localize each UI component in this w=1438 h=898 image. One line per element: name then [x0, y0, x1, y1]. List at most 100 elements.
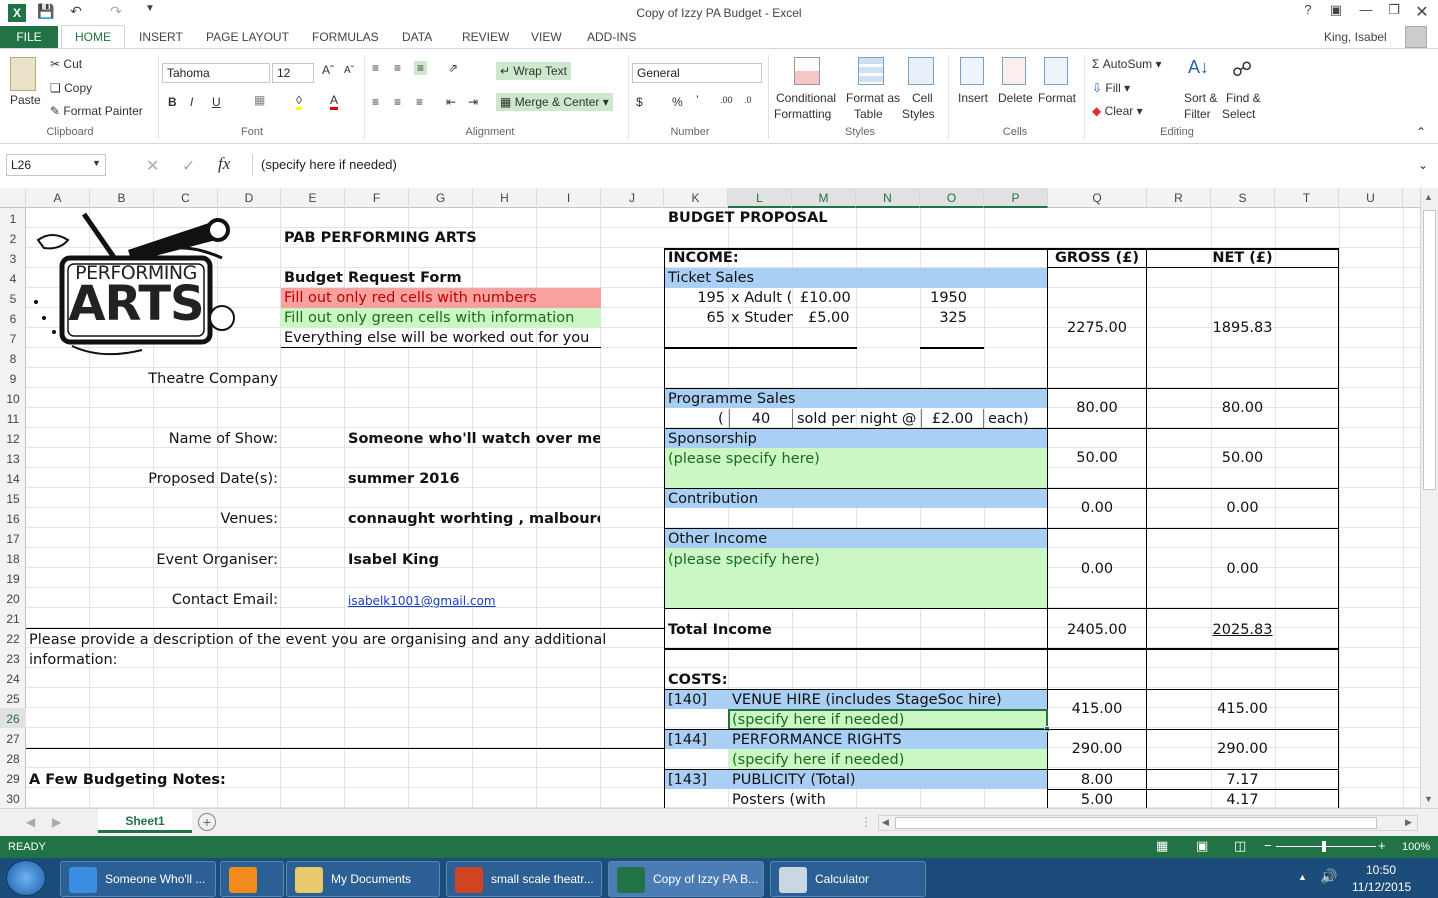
posters-gross[interactable]: 5.00 [1048, 790, 1146, 808]
income-header[interactable]: INCOME: [668, 248, 739, 268]
row-header[interactable]: 1 [0, 208, 26, 228]
row-header[interactable]: 24 [0, 668, 26, 688]
contribution-net[interactable]: 0.00 [1147, 498, 1338, 518]
row-header[interactable]: 3 [0, 248, 26, 268]
column-header[interactable]: L [728, 188, 792, 208]
format-button[interactable]: Format [1038, 91, 1076, 105]
venue-code[interactable]: [140] [668, 690, 707, 710]
help-icon[interactable]: ? [1296, 2, 1320, 22]
row-header[interactable]: 29 [0, 768, 26, 788]
clear-button[interactable]: ◆ Clear ▾ [1092, 104, 1143, 118]
orientation-icon[interactable]: ⇗ [448, 61, 458, 75]
sheet-tab-sheet1[interactable]: Sheet1 [98, 809, 192, 833]
total-income-label[interactable]: Total Income [668, 620, 772, 640]
column-header[interactable]: B [90, 188, 154, 208]
align-left-icon[interactable]: ≡ [372, 95, 379, 109]
ticket-sales-label[interactable]: Ticket Sales [668, 268, 754, 288]
font-size-select[interactable]: 12 [272, 63, 314, 83]
expand-formula-icon[interactable]: ⌄ [1418, 158, 1428, 172]
align-center-icon[interactable]: ≡ [394, 95, 401, 109]
publicity-net[interactable]: 7.17 [1147, 770, 1338, 790]
sort-filter-icon[interactable]: A↓ [1188, 57, 1209, 78]
student-label[interactable]: x Studen [731, 308, 793, 328]
formula-input[interactable]: (specify here if needed) [252, 154, 1412, 176]
rights-specify[interactable]: (specify here if needed) [732, 750, 904, 770]
tab-review[interactable]: REVIEW [462, 30, 509, 44]
row-header[interactable]: 10 [0, 388, 26, 408]
column-header[interactable]: E [281, 188, 345, 208]
description-prompt-1[interactable]: Please provide a description of the even… [29, 630, 606, 650]
net-header[interactable]: NET (£) [1147, 248, 1338, 268]
posters-net[interactable]: 4.17 [1147, 790, 1338, 808]
autosum-button[interactable]: Σ AutoSum ▾ [1092, 57, 1161, 71]
venue-gross[interactable]: 415.00 [1048, 699, 1146, 719]
budgeting-notes-title[interactable]: A Few Budgeting Notes: [29, 770, 226, 790]
adult-count[interactable]: 195 [665, 288, 725, 308]
increase-indent-icon[interactable]: ⇥ [468, 95, 478, 109]
rights-net[interactable]: 290.00 [1147, 739, 1338, 759]
venue-label[interactable]: Venues: [86, 509, 278, 529]
programme-count[interactable]: 40 [729, 409, 793, 429]
hscroll-left-icon[interactable]: ◀ [882, 817, 889, 828]
align-top-icon[interactable]: ≡ [372, 61, 379, 75]
budget-title[interactable]: BUDGET PROPOSAL [668, 208, 828, 228]
row-header[interactable]: 17 [0, 528, 26, 548]
sponsorship-specify[interactable]: (please specify here) [668, 449, 820, 469]
start-button[interactable] [6, 860, 46, 896]
conditional-formatting-button-line2[interactable]: Formatting [774, 107, 831, 121]
clock-time[interactable]: 10:50 [1366, 863, 1396, 877]
row-header[interactable]: 9 [0, 368, 26, 388]
volume-icon[interactable]: 🔊 [1320, 868, 1337, 885]
normal-view-icon[interactable]: ▦ [1156, 838, 1168, 854]
align-right-icon[interactable]: ≡ [416, 95, 423, 109]
programme-price[interactable]: £2.00 [921, 409, 984, 429]
ribbon-options-icon[interactable]: ▣ [1324, 2, 1348, 22]
column-header[interactable]: H [473, 188, 537, 208]
hscroll-right-icon[interactable]: ▶ [1405, 817, 1412, 828]
borders-icon[interactable]: ▦ [254, 93, 265, 107]
add-sheet-icon[interactable]: + [198, 813, 216, 831]
row-header[interactable]: 22 [0, 628, 26, 648]
email-label[interactable]: Contact Email: [86, 590, 278, 610]
row-header[interactable]: 13 [0, 448, 26, 468]
adult-price[interactable]: £10.00 [800, 288, 851, 308]
conditional-formatting-icon[interactable] [794, 57, 820, 85]
programme-net[interactable]: 80.00 [1147, 398, 1338, 418]
row-header[interactable]: 18 [0, 548, 26, 568]
page-layout-view-icon[interactable]: ▣ [1196, 838, 1208, 854]
taskbar-item-ie[interactable]: Someone Who'll ... [60, 861, 216, 897]
rights-label[interactable]: PERFORMANCE RIGHTS [732, 730, 902, 750]
row-header[interactable]: 30 [0, 788, 26, 808]
column-header[interactable]: J [601, 188, 664, 208]
adult-label[interactable]: x Adult ( [731, 288, 793, 308]
sort-filter-button[interactable]: Sort & [1184, 91, 1217, 105]
underline-button[interactable]: U [212, 95, 221, 109]
conditional-formatting-button[interactable]: Conditional [776, 91, 836, 105]
row-header[interactable]: 28 [0, 748, 26, 768]
insert-button[interactable]: Insert [958, 91, 988, 105]
student-price[interactable]: £5.00 [808, 308, 850, 328]
scroll-thumb[interactable] [1423, 210, 1436, 490]
column-header[interactable]: S [1211, 188, 1275, 208]
scroll-down-icon[interactable]: ▼ [1424, 794, 1433, 804]
contribution-label[interactable]: Contribution [668, 489, 758, 509]
cancel-icon[interactable]: ✕ [146, 156, 159, 176]
format-as-table-button-line2[interactable]: Table [854, 107, 883, 121]
tab-data[interactable]: DATA [402, 30, 432, 44]
posters-label[interactable]: Posters (with [732, 790, 826, 808]
name-box-dropdown-icon[interactable]: ▼ [92, 158, 101, 168]
tab-file[interactable]: FILE [0, 26, 58, 48]
row-header[interactable]: 8 [0, 348, 26, 368]
wrap-text-button[interactable]: ↵ Wrap Text [496, 62, 571, 80]
row-header[interactable]: 26 [0, 708, 26, 728]
venue-net[interactable]: 415.00 [1147, 699, 1338, 719]
column-header[interactable]: T [1275, 188, 1339, 208]
programme-open[interactable]: ( [718, 409, 724, 429]
collapse-ribbon-icon[interactable]: ⌃ [1416, 125, 1426, 139]
cut-button[interactable]: ✂ Cut [50, 57, 82, 71]
format-as-table-icon[interactable] [858, 57, 884, 85]
programme-gross[interactable]: 80.00 [1048, 398, 1146, 418]
programme-label[interactable]: Programme Sales [668, 389, 795, 409]
find-select-button[interactable]: Find & [1226, 91, 1261, 105]
merge-center-button[interactable]: ▦ Merge & Center ▾ [496, 93, 613, 111]
